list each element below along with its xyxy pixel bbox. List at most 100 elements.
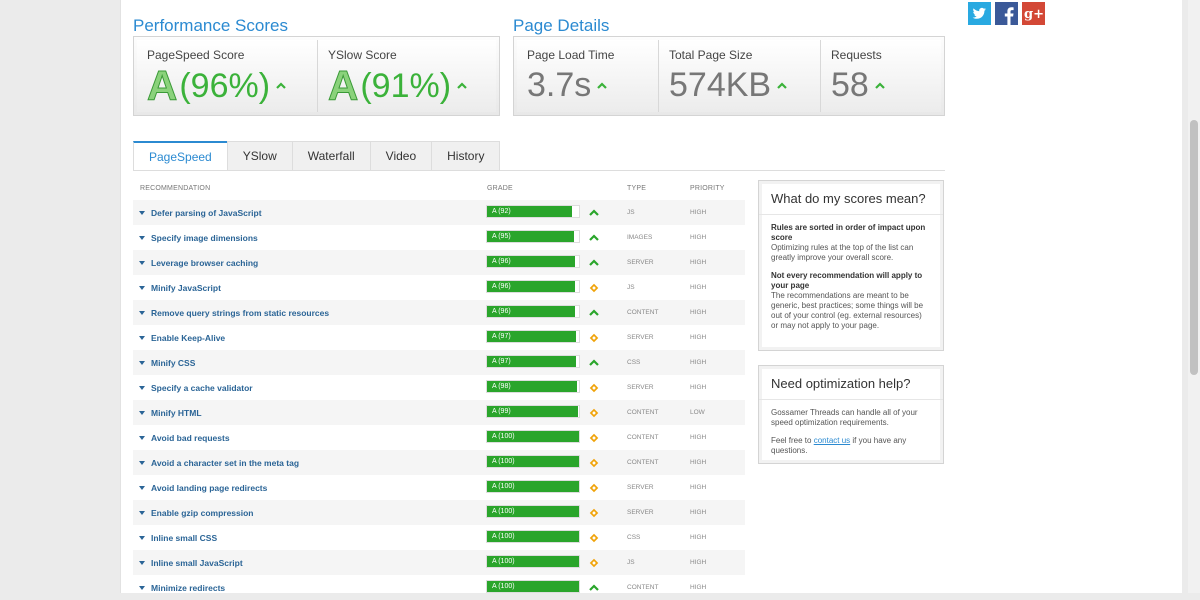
expand-caret-icon[interactable] [139,336,145,340]
trend-up-icon [589,309,599,316]
recommendation-priority: HIGH [690,309,707,316]
table-row[interactable]: Specify a cache validator A (98) SERVER HIG… [133,375,745,400]
expand-caret-icon[interactable] [139,411,145,415]
header-priority: PRIORITY [690,185,725,192]
recommendation-type: JS [627,284,635,291]
grade-value: A (100) [492,458,515,465]
no-change-icon [589,333,599,343]
facebook-icon[interactable] [995,2,1018,25]
recommendation-priority: HIGH [690,284,707,291]
tab-history[interactable]: History [431,141,501,170]
table-row[interactable]: Enable gzip compression A (100) SERVER HIGH [133,500,745,525]
recommendation-name[interactable]: Enable gzip compression [151,508,254,518]
recommendation-name[interactable]: Avoid a character set in the meta tag [151,458,299,468]
expand-caret-icon[interactable] [139,386,145,390]
table-row[interactable]: Avoid bad requests A (100) CONTENT HIGH [133,425,745,450]
expand-caret-icon[interactable] [139,261,145,265]
recommendation-name[interactable]: Specify a cache validator [151,383,253,393]
recommendation-name[interactable]: Minify CSS [151,358,195,368]
recommendation-name[interactable]: Minify JavaScript [151,283,221,293]
recommendation-name[interactable]: Leverage browser caching [151,258,258,268]
total-page-size: Total Page Size 574KB [659,40,821,112]
yslow-score-label: YSlow Score [328,48,397,62]
total-page-size-label: Total Page Size [669,48,753,62]
grade-value: A (99) [492,408,511,415]
recommendation-name[interactable]: Remove query strings from static resourc… [151,308,329,318]
tab-pagespeed[interactable]: PageSpeed [133,141,228,171]
expand-caret-icon[interactable] [139,436,145,440]
grade-bar: A (96) [486,305,580,318]
header-type: TYPE [627,185,647,192]
page-details-panel: Page Load Time 3.7s Total Page Size 574K… [513,36,945,116]
scores-info-heading-2: Not every recommendation will apply to y… [771,271,923,290]
grade-bar: A (100) [486,580,580,593]
recommendation-type: CSS [627,534,641,541]
table-row[interactable]: Minify CSS A (97) CSS HIGH [133,350,745,375]
expand-caret-icon[interactable] [139,586,145,590]
table-row[interactable]: Minimize redirects A (100) CONTENT HIGH [133,575,745,600]
optimization-help-text: Gossamer Threads can handle all of your … [771,408,918,427]
recommendation-type: IMAGES [627,234,653,241]
recommendation-type: SERVER [627,384,654,391]
table-row[interactable]: Avoid landing page redirects A (100) SERVE… [133,475,745,500]
table-row[interactable]: Specify image dimensions A (95) IMAGES HIGH [133,225,745,250]
table-row[interactable]: Minify JavaScript A (96) JS HIGH [133,275,745,300]
recommendation-type: SERVER [627,484,654,491]
expand-caret-icon[interactable] [139,536,145,540]
trend-up-icon [589,259,599,266]
tab-yslow[interactable]: YSlow [226,141,293,170]
recommendation-name[interactable]: Specify image dimensions [151,233,258,243]
recommendation-name[interactable]: Enable Keep-Alive [151,333,225,343]
scores-info-text-1: Optimizing rules at the top of the list … [771,243,914,262]
google-plus-icon[interactable]: g+ [1022,2,1045,25]
table-row[interactable]: Defer parsing of JavaScript A (92) JS HIGH [133,200,745,225]
requests-value: 58 [831,66,869,104]
table-row[interactable]: Inline small JavaScript A (100) JS HIGH [133,550,745,575]
grade-value: A (100) [492,558,515,565]
expand-caret-icon[interactable] [139,286,145,290]
twitter-icon[interactable] [968,2,991,25]
grade-bar: A (100) [486,430,580,443]
table-row[interactable]: Enable Keep-Alive A (97) SERVER HIGH [133,325,745,350]
recommendation-priority: HIGH [690,434,707,441]
table-row[interactable]: Minify HTML A (99) CONTENT LOW [133,400,745,425]
recommendation-name[interactable]: Minify HTML [151,408,202,418]
recommendation-name[interactable]: Avoid landing page redirects [151,483,267,493]
scrollbar-thumb[interactable] [1190,120,1198,375]
table-row[interactable]: Avoid a character set in the meta tag A (… [133,450,745,475]
expand-caret-icon[interactable] [139,561,145,565]
expand-caret-icon[interactable] [139,211,145,215]
recommendation-priority: HIGH [690,234,707,241]
tab-waterfall[interactable]: Waterfall [291,141,371,170]
recommendation-name[interactable]: Inline small JavaScript [151,558,243,568]
expand-caret-icon[interactable] [139,486,145,490]
recommendation-name[interactable]: Avoid bad requests [151,433,230,443]
expand-caret-icon[interactable] [139,511,145,515]
page-scrollbar[interactable] [1188,0,1200,593]
scores-info-text-2: The recommendations are meant to be gene… [771,291,924,330]
page-load-time: Page Load Time 3.7s [517,40,659,112]
table-row[interactable]: Leverage browser caching A (96) SERVER HIGH [133,250,745,275]
table-row[interactable]: Remove query strings from static resourc… [133,300,745,325]
no-change-icon [589,483,599,493]
tab-video[interactable]: Video [369,141,433,170]
expand-caret-icon[interactable] [139,236,145,240]
contact-us-link[interactable]: contact us [814,436,850,445]
grade-value: A (95) [492,233,511,240]
trend-up-icon [457,82,467,89]
expand-caret-icon[interactable] [139,311,145,315]
expand-caret-icon[interactable] [139,361,145,365]
expand-caret-icon[interactable] [139,461,145,465]
scores-info-title: What do my scores mean? [759,181,943,215]
recommendation-name[interactable]: Defer parsing of JavaScript [151,208,262,218]
recommendation-type: SERVER [627,334,654,341]
grade-bar: A (99) [486,405,580,418]
recommendation-name[interactable]: Minimize redirects [151,583,225,593]
grade-value: A (100) [492,483,515,490]
recommendation-name[interactable]: Inline small CSS [151,533,217,543]
total-page-size-value: 574KB [669,66,772,104]
trend-up-icon [597,81,608,89]
no-change-icon [589,283,599,293]
table-row[interactable]: Inline small CSS A (100) CSS HIGH [133,525,745,550]
trend-up-icon [589,234,599,241]
